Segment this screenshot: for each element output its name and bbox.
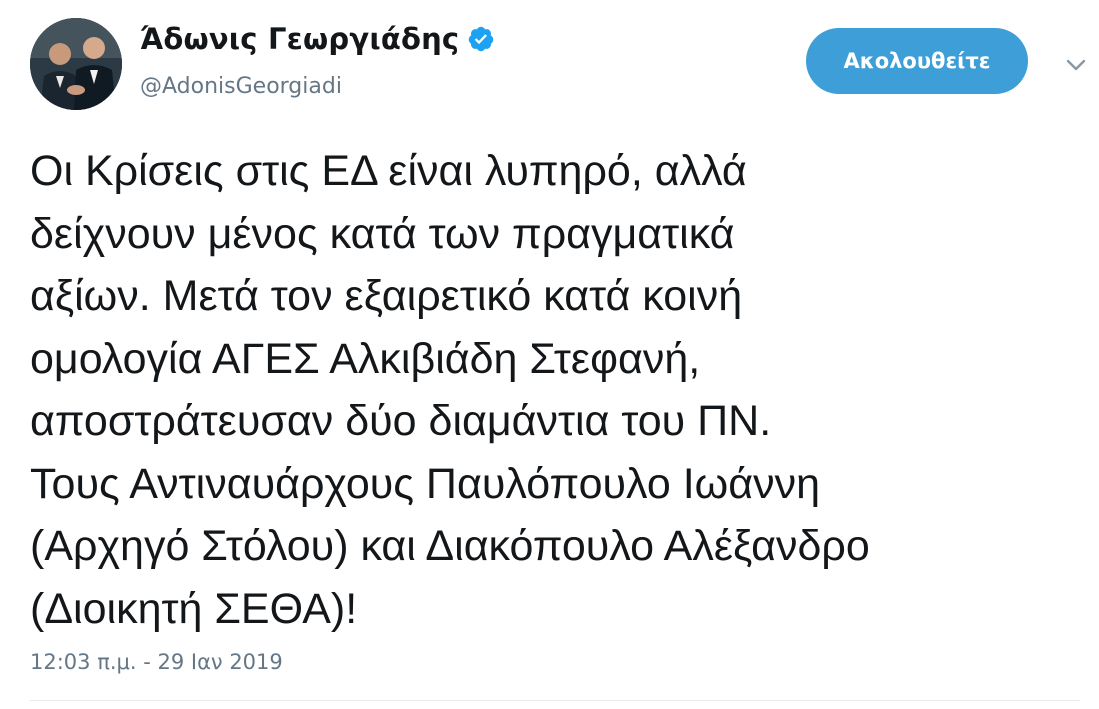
author-display-name[interactable]: Άδωνις Γεωργιάδης — [140, 22, 459, 56]
tweet-text: Οι Κρίσεις στις ΕΔ είναι λυπηρό, αλλά δε… — [30, 140, 1090, 640]
tweet-text-line: δείχνουν μένος κατά των πραγματικά — [30, 209, 735, 258]
author-handle[interactable]: @AdonisGeorgiadi — [140, 74, 342, 99]
profile-photo-icon — [30, 18, 122, 110]
tweet-timestamp[interactable]: 12:03 π.μ. - 29 Ιαν 2019 — [30, 650, 283, 674]
tweet-text-line: Οι Κρίσεις στις ΕΔ είναι λυπηρό, αλλά — [30, 147, 747, 195]
avatar[interactable] — [30, 18, 122, 110]
following-button[interactable]: Ακολουθείτε — [806, 28, 1028, 94]
chevron-down-icon[interactable] — [1062, 54, 1090, 76]
tweet-text-line: (Διοικητή ΣΕΘΑ)! — [30, 584, 358, 633]
tweet-text-line: αξίων. Μετά τον εξαιρετικό κατά κοινή — [30, 272, 743, 320]
tweet-card: Άδωνις Γεωργιάδης @AdonisGeorgiadi Ακολο… — [0, 0, 1099, 709]
author-name-row: Άδωνις Γεωργιάδης — [140, 22, 495, 56]
tweet-text-line: αποστράτευσαν δύο διαμάντια του ΠΝ. — [30, 397, 772, 445]
tweet-text-line: ομολογία ΑΓΕΣ Αλκιβιάδη Στεφανή, — [30, 334, 701, 383]
divider — [30, 700, 1080, 701]
tweet-text-line: Τους Αντιναυάρχους Παυλόπουλο Ιωάννη — [30, 459, 820, 508]
tweet-text-line: (Αρχηγό Στόλου) και Διακόπουλο Αλέξανδρο — [30, 522, 870, 570]
verified-badge-icon — [467, 25, 495, 53]
